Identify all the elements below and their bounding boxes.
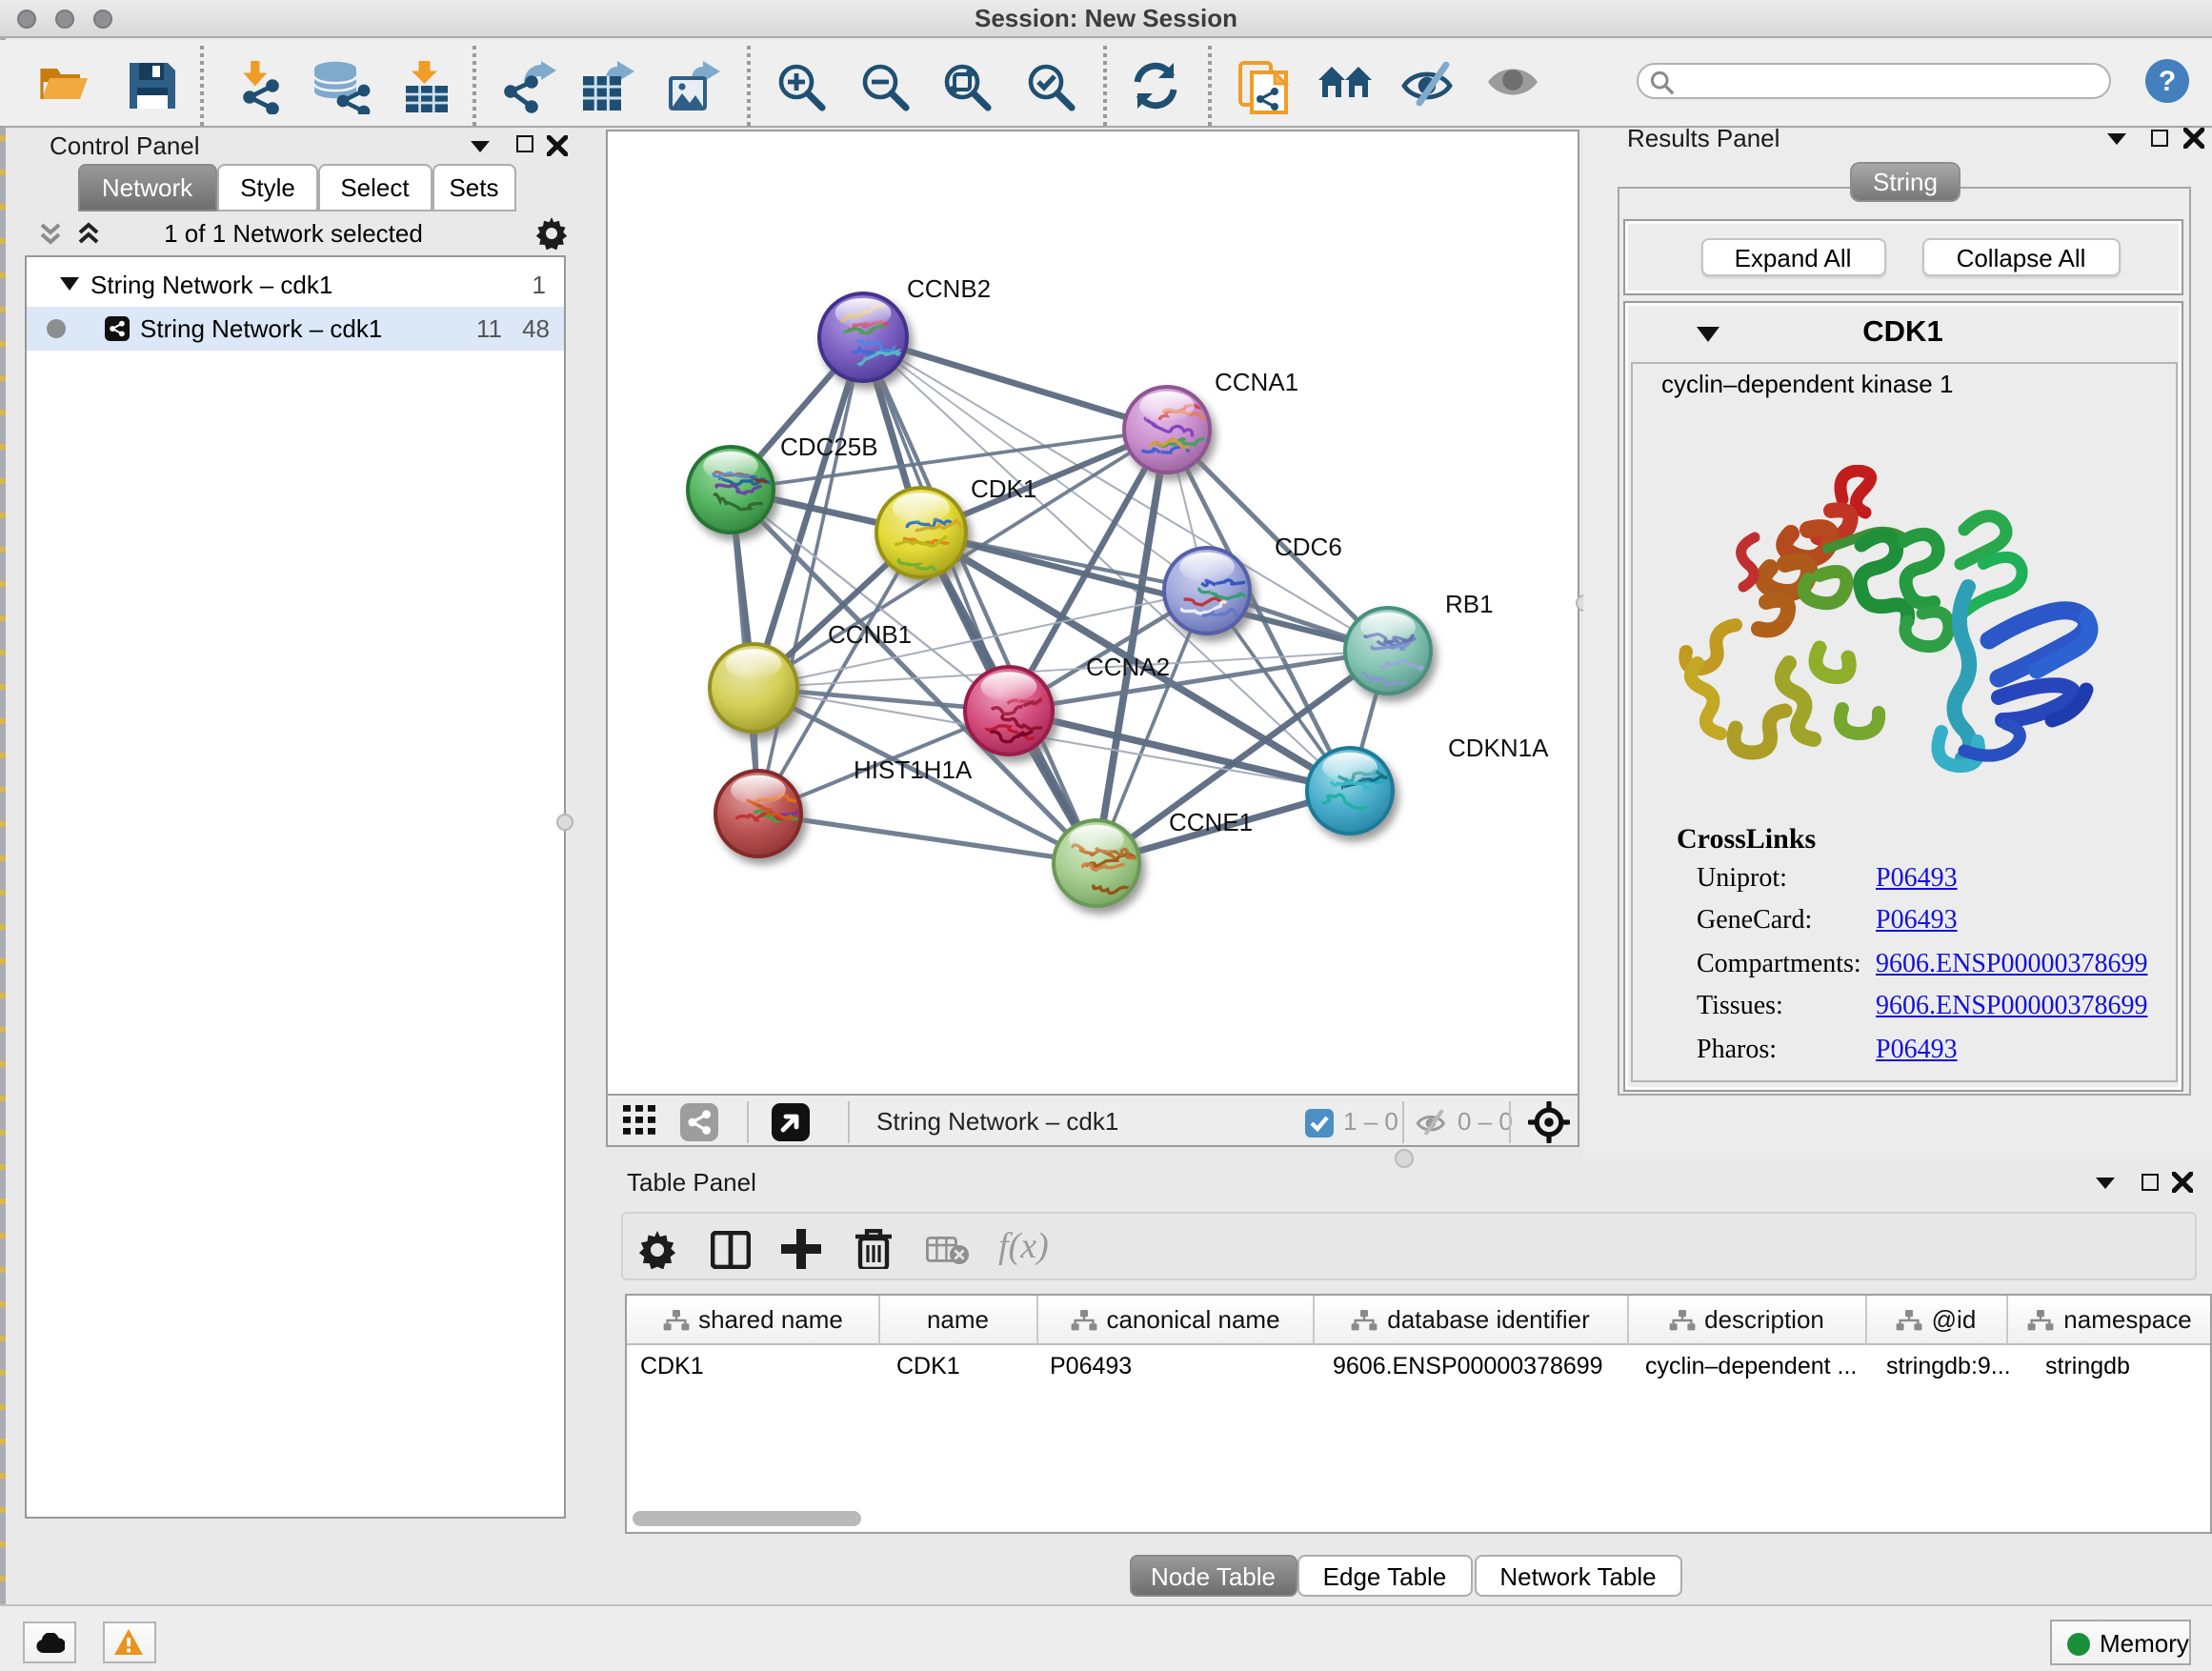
svg-text:CCNE1: CCNE1 [1169, 808, 1253, 836]
svg-text:CDK1: CDK1 [971, 474, 1036, 503]
svg-text:RB1: RB1 [1445, 590, 1494, 618]
svg-text:CCNA1: CCNA1 [1215, 368, 1298, 396]
svg-text:CCNA2: CCNA2 [1086, 653, 1170, 681]
svg-text:CCNB2: CCNB2 [907, 274, 991, 303]
svg-text:HIST1H1A: HIST1H1A [854, 755, 973, 784]
svg-text:CDC6: CDC6 [1275, 533, 1342, 561]
svg-text:CDKN1A: CDKN1A [1448, 734, 1549, 762]
svg-text:CCNB1: CCNB1 [828, 620, 912, 649]
svg-text:?: ? [2159, 66, 2176, 97]
svg-text:CDC25B: CDC25B [780, 433, 878, 461]
